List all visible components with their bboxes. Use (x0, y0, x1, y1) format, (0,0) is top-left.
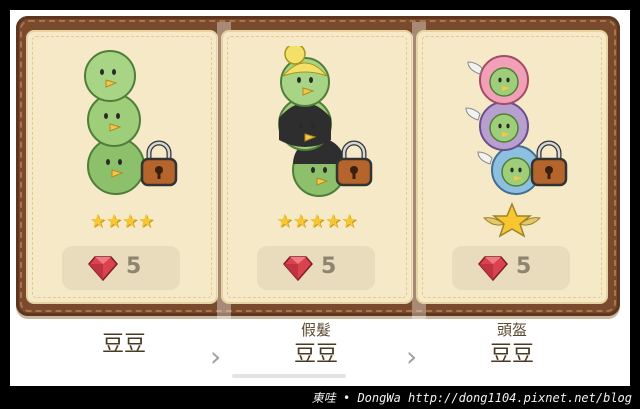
character-card-2[interactable]: ★★★★★ 5 (223, 32, 411, 302)
star-icon: ★ (292, 211, 309, 232)
character-card-1[interactable]: ★★★★ 5 (28, 32, 216, 302)
character-name-main: 豆豆 (293, 342, 338, 367)
ruby-gem-icon (88, 256, 118, 281)
winged-star-badge-icon (482, 202, 542, 238)
chevron-right-icon: › (406, 340, 418, 373)
lock-icon (140, 140, 178, 187)
character-name-2: 假髮 豆豆 (246, 320, 386, 370)
character-name-prefix: 假髮 (300, 321, 331, 339)
character-name-main: 豆豆 (489, 342, 534, 367)
ruby-gem-icon (283, 256, 313, 281)
star-icon: ★ (325, 211, 342, 232)
star-rating: ★★★★★ (223, 212, 411, 231)
price-value: 5 (321, 254, 337, 279)
star-icon: ★ (89, 211, 106, 232)
price-value: 5 (126, 254, 142, 279)
horizontal-scrollbar[interactable] (232, 374, 346, 378)
character-name-1: 豆豆 (54, 330, 194, 360)
character-name-main: 豆豆 (101, 332, 146, 357)
lock-icon (335, 140, 373, 187)
star-icon: ★ (105, 211, 122, 232)
character-name-3: 頭盔 豆豆 (442, 320, 582, 370)
price-button[interactable]: 5 (452, 246, 570, 290)
star-icon: ★ (341, 211, 358, 232)
star-icon: ★ (122, 211, 139, 232)
game-screen: ★★★★ 5 ★★★★★ 5 5 豆豆 › 假髮 豆豆 › 頭盔 豆豆 (10, 10, 630, 386)
watermark-text: 東哇 • DongWa http://dong1104.pixnet.net/b… (311, 391, 632, 405)
character-name-prefix: 頭盔 (496, 321, 527, 339)
character-card-3[interactable]: 5 (418, 32, 606, 302)
star-icon: ★ (276, 211, 293, 232)
star-icon: ★ (308, 211, 326, 232)
ruby-gem-icon (478, 256, 508, 281)
price-button[interactable]: 5 (62, 246, 180, 290)
chevron-right-icon: › (210, 340, 222, 373)
shop-frame: ★★★★ 5 ★★★★★ 5 5 (16, 16, 620, 322)
lock-icon (530, 140, 568, 187)
price-button[interactable]: 5 (257, 246, 375, 290)
price-value: 5 (516, 254, 532, 279)
star-icon: ★ (138, 211, 155, 232)
star-rating: ★★★★ (28, 212, 216, 231)
